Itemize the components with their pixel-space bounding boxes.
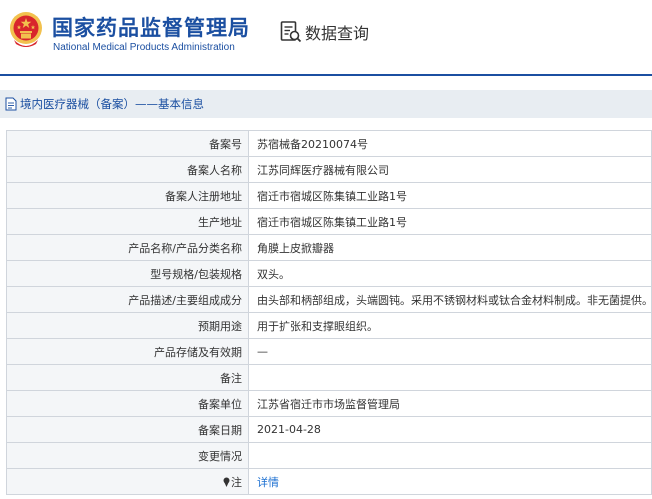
field-label: 备注 (6, 364, 249, 391)
table-row: 备案单位 江苏省宿迁市市场监督管理局 (6, 390, 652, 417)
breadcrumb-text: 境内医疗器械（备案）——基本信息 (20, 97, 204, 111)
table-row: 变更情况 (6, 442, 652, 469)
table-row: 预期用途 用于扩张和支撑眼组织。 (6, 312, 652, 339)
field-value: 苏宿械备20210074号 (248, 130, 652, 157)
table-row: 产品描述/主要组成成分 由头部和柄部组成，头端圆钝。采用不锈钢材料或钛合金材料制成… (6, 286, 652, 313)
field-label: 备案号 (6, 130, 249, 157)
field-value: 宿迁市宿城区陈集镇工业路1号 (248, 208, 652, 235)
note-label-cell: 注 (6, 468, 249, 495)
field-label: 产品名称/产品分类名称 (6, 234, 249, 261)
field-label: 产品存储及有效期 (6, 338, 249, 365)
field-value: 角膜上皮掀瓣器 (248, 234, 652, 261)
site-header: 国家药品监督管理局 National Medical Products Admi… (0, 0, 652, 74)
field-value: 由头部和柄部组成，头端圆钝。采用不锈钢材料或钛合金材料制成。非无菌提供。 (248, 286, 652, 313)
field-label: 备案人注册地址 (6, 182, 249, 209)
document-icon (5, 97, 17, 111)
field-label: 变更情况 (6, 442, 249, 469)
field-value: 宿迁市宿城区陈集镇工业路1号 (248, 182, 652, 209)
field-value: 双头。 (248, 260, 652, 287)
field-value (248, 364, 652, 391)
field-label: 型号规格/包装规格 (6, 260, 249, 287)
detail-link[interactable]: 详情 (257, 476, 279, 489)
site-title: 国家药品监督管理局 (52, 16, 250, 40)
field-label: 生产地址 (6, 208, 249, 235)
table-row-note: 注 详情 (6, 468, 652, 495)
field-label: 预期用途 (6, 312, 249, 339)
table-row: 备案号 苏宿械备20210074号 (6, 130, 652, 157)
field-value: 2021-04-28 (248, 416, 652, 443)
national-emblem-icon (10, 12, 42, 47)
site-title-english: National Medical Products Administration (53, 42, 235, 53)
field-label: 备案日期 (6, 416, 249, 443)
data-query-icon (280, 21, 302, 43)
pin-icon (223, 477, 230, 487)
table-row: 备案日期 2021-04-28 (6, 416, 652, 443)
data-query-label: 数据查询 (305, 24, 370, 43)
field-label: 备案人名称 (6, 156, 249, 183)
field-value: 用于扩张和支撑眼组织。 (248, 312, 652, 339)
field-value: 江苏同辉医疗器械有限公司 (248, 156, 652, 183)
note-label: 注 (231, 475, 242, 489)
field-value: 江苏省宿迁市市场监督管理局 (248, 390, 652, 417)
table-row: 备案人名称 江苏同辉医疗器械有限公司 (6, 156, 652, 183)
table-row: 产品存储及有效期 — (6, 338, 652, 365)
field-value (248, 442, 652, 469)
field-label: 产品描述/主要组成成分 (6, 286, 249, 313)
table-row: 备注 (6, 364, 652, 391)
table-row: 型号规格/包装规格 双头。 (6, 260, 652, 287)
table-row: 生产地址 宿迁市宿城区陈集镇工业路1号 (6, 208, 652, 235)
header-divider (0, 74, 652, 76)
note-value-cell: 详情 (248, 468, 652, 495)
data-query-link[interactable]: 数据查询 (280, 20, 369, 44)
field-label: 备案单位 (6, 390, 249, 417)
field-value: — (248, 338, 652, 365)
record-detail-table: 备案号 苏宿械备20210074号 备案人名称 江苏同辉医疗器械有限公司 备案人注册地址… (6, 130, 652, 495)
breadcrumb: 境内医疗器械（备案）——基本信息 (0, 90, 652, 118)
table-row: 产品名称/产品分类名称 角膜上皮掀瓣器 (6, 234, 652, 261)
table-row: 备案人注册地址 宿迁市宿城区陈集镇工业路1号 (6, 182, 652, 209)
